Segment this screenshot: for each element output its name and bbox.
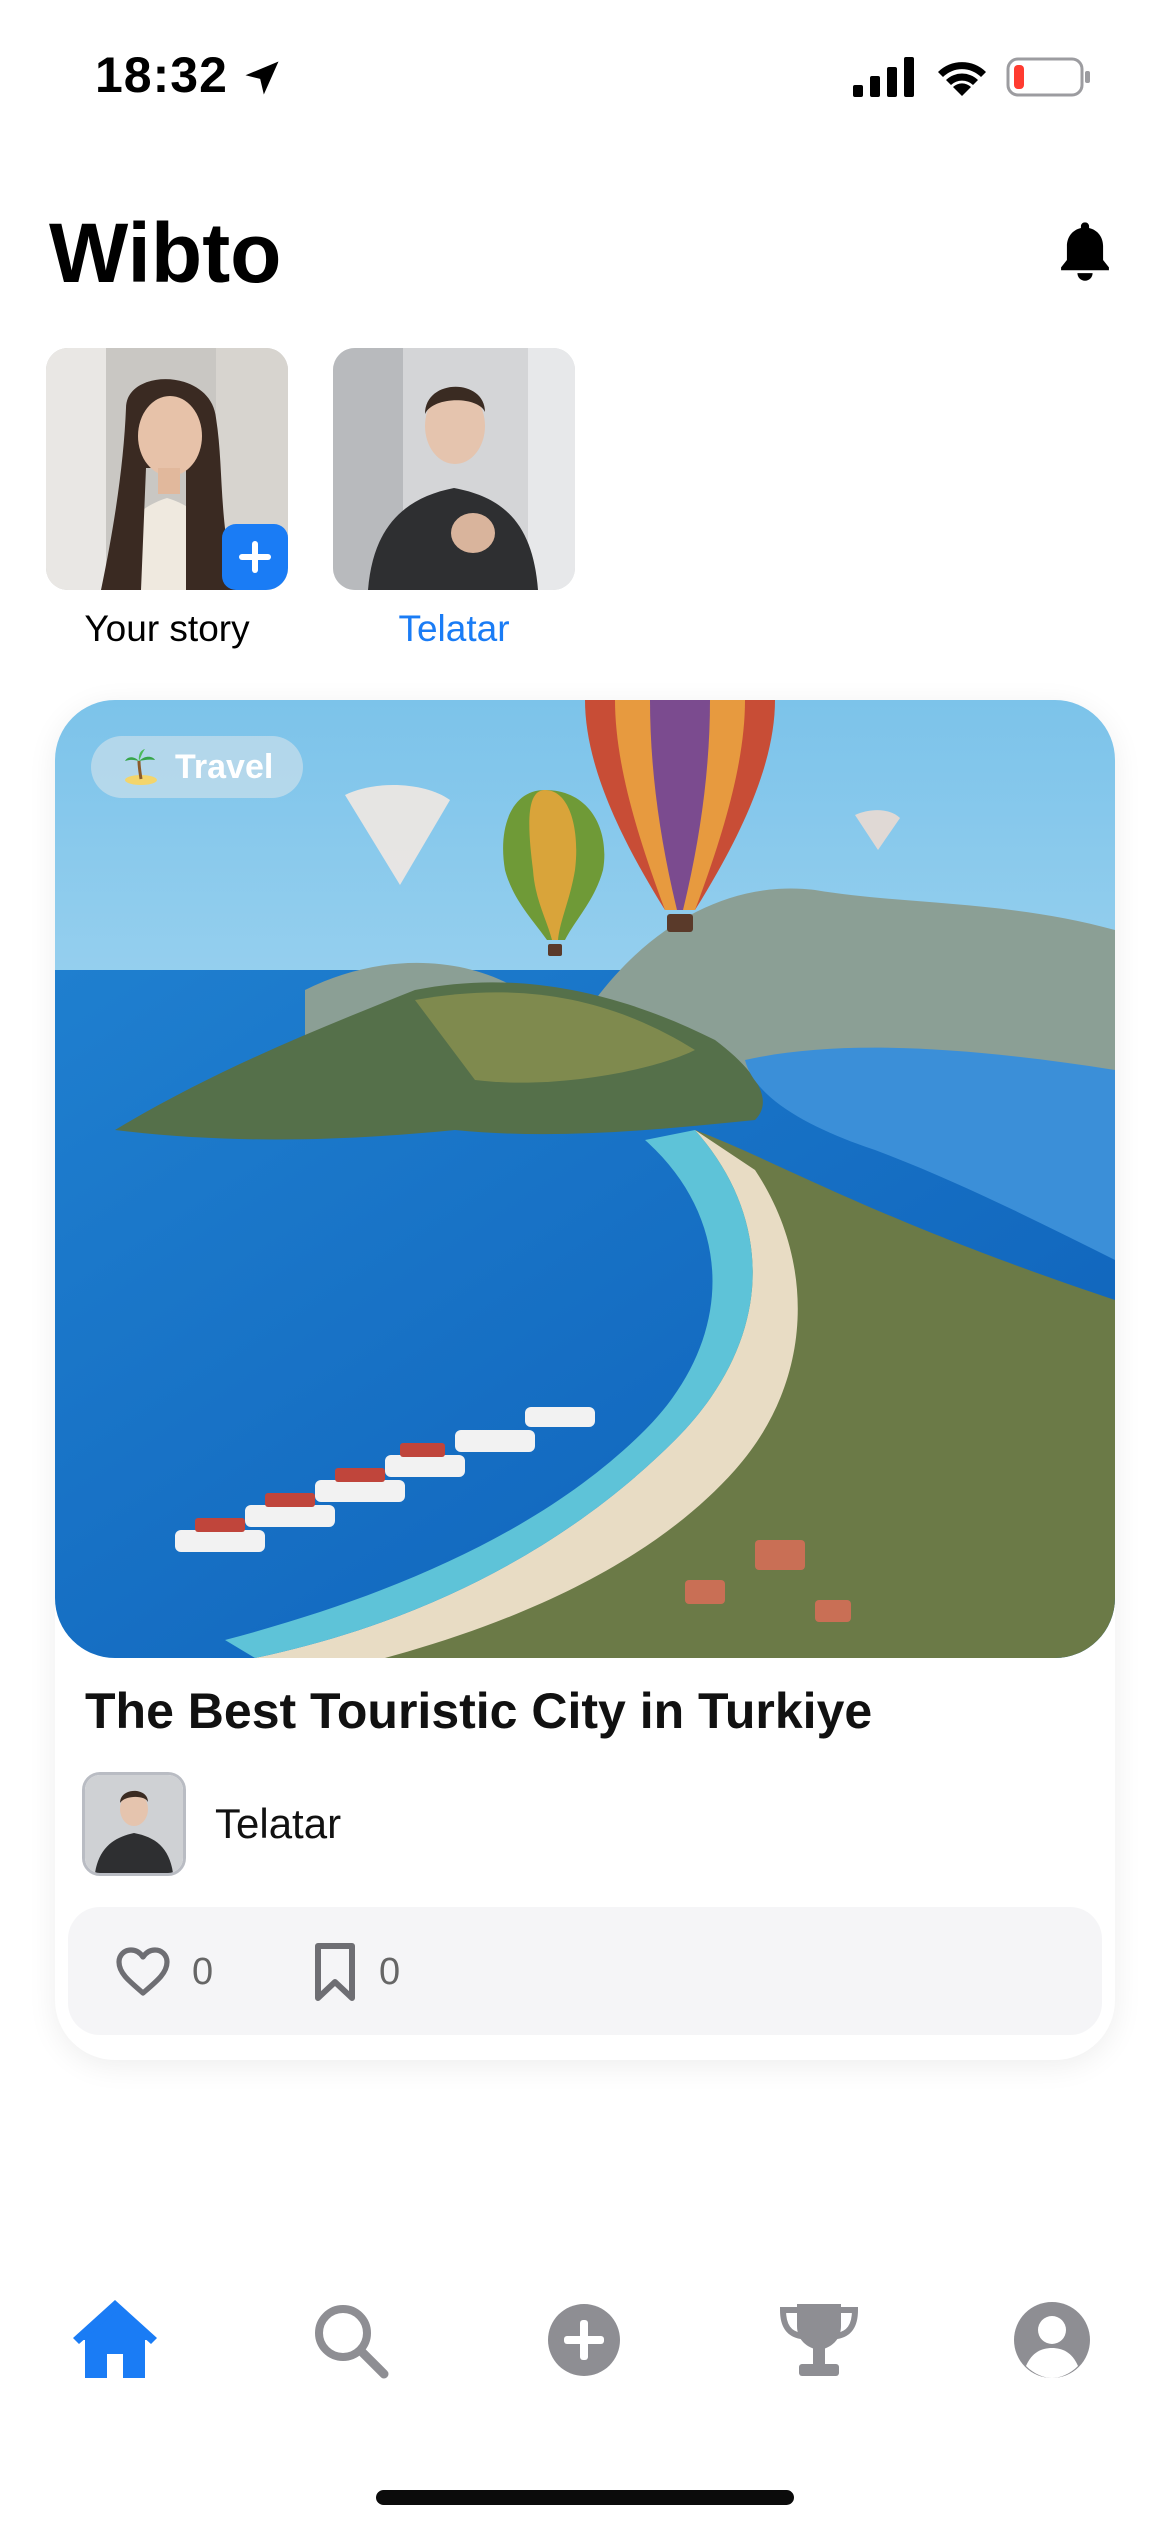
author-name[interactable]: Telatar <box>215 1800 341 1848</box>
category-chip[interactable]: Travel <box>91 736 304 798</box>
user-circle-icon[interactable] <box>1010 2298 1094 2382</box>
add-story-button[interactable] <box>222 524 288 590</box>
story-telatar[interactable]: Telatar <box>333 348 575 650</box>
app-title: Wibto <box>49 206 282 300</box>
post-title[interactable]: The Best Touristic City in Turkiye <box>85 1682 872 1740</box>
status-time: 18:32 <box>95 47 228 103</box>
battery-low-icon <box>1006 57 1090 97</box>
heart-icon[interactable] <box>115 1945 171 1997</box>
cellular-signal-icon <box>853 57 914 97</box>
bottom-nav <box>0 2270 1170 2410</box>
home-indicator[interactable] <box>376 2490 794 2505</box>
category-label: Travel <box>175 747 274 786</box>
landscape-photo <box>55 700 1115 1658</box>
wifi-icon <box>938 62 986 96</box>
post-image[interactable]: Travel <box>55 700 1115 1658</box>
post-card[interactable]: Travel The Best Touristic City in Turkiy… <box>55 700 1115 2060</box>
save-count: 0 <box>379 1951 401 1993</box>
story-your-story[interactable]: Your story <box>46 348 288 650</box>
location-arrow-icon <box>245 61 279 95</box>
like-count: 0 <box>192 1951 214 1993</box>
bell-icon[interactable] <box>1050 214 1120 288</box>
author-avatar-photo <box>85 1775 183 1873</box>
bookmark-icon[interactable] <box>314 1942 356 2002</box>
story-thumbnail <box>46 348 288 590</box>
story-thumbnail <box>333 348 575 590</box>
palm-island-emoji <box>125 749 157 785</box>
plus-circle-icon[interactable] <box>542 2298 626 2382</box>
status-bar: 18:32 <box>0 0 1170 150</box>
trophy-icon[interactable] <box>777 2298 861 2382</box>
avatar[interactable] <box>82 1772 186 1876</box>
story-label: Telatar <box>398 608 510 649</box>
search-icon[interactable] <box>308 2298 392 2382</box>
telatar-story-photo <box>333 348 575 590</box>
story-label: Your story <box>84 608 250 649</box>
post-actions-bar: 0 0 <box>68 1907 1102 2035</box>
home-icon[interactable] <box>73 2298 157 2382</box>
